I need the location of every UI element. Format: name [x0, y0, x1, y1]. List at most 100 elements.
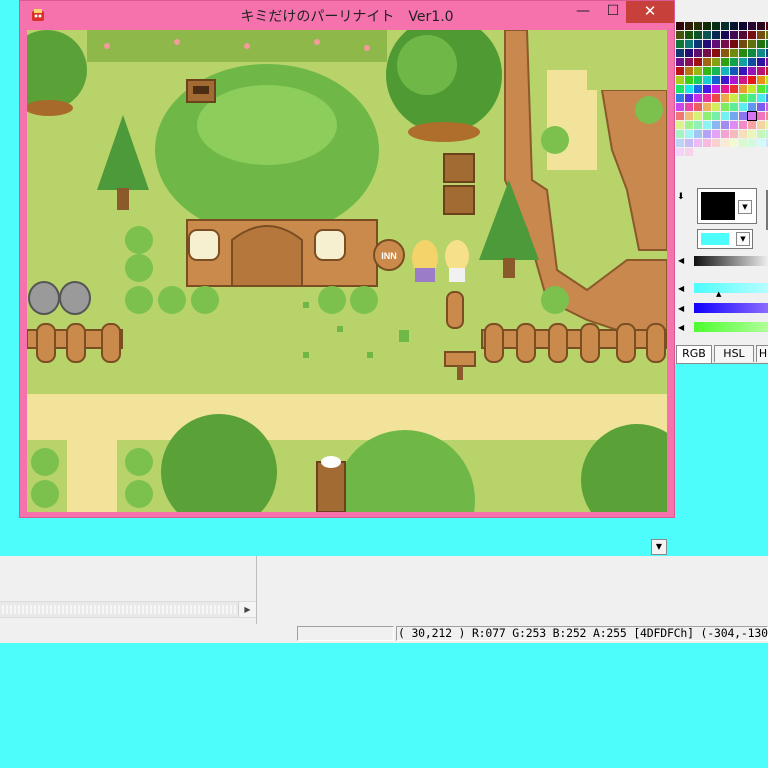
- minimize-button[interactable]: —: [568, 1, 598, 23]
- palette-swatch[interactable]: [739, 112, 747, 120]
- palette-swatch[interactable]: [685, 22, 693, 30]
- palette-swatch[interactable]: [730, 76, 738, 84]
- palette-swatch[interactable]: [748, 103, 756, 111]
- background-color-swatch[interactable]: [701, 233, 729, 245]
- palette-swatch[interactable]: [748, 130, 756, 138]
- game-viewport[interactable]: INN: [27, 30, 667, 512]
- palette-swatch[interactable]: [739, 76, 747, 84]
- window-titlebar[interactable]: キミだけのパーリナイト Ver1.0 — ☐ ✕: [20, 1, 674, 30]
- palette-swatch[interactable]: [757, 40, 765, 48]
- palette-swatch[interactable]: [676, 103, 684, 111]
- tab-rgb[interactable]: RGB: [676, 345, 712, 363]
- palette-swatch[interactable]: [739, 22, 747, 30]
- palette-swatch[interactable]: [685, 112, 693, 120]
- palette-swatch[interactable]: [676, 139, 684, 147]
- palette-swatch[interactable]: [694, 112, 702, 120]
- palette-swatch[interactable]: [712, 139, 720, 147]
- palette-swatch[interactable]: [694, 22, 702, 30]
- palette-swatch[interactable]: [757, 85, 765, 93]
- palette-swatch[interactable]: [748, 49, 756, 57]
- palette-swatch[interactable]: [676, 112, 684, 120]
- palette-swatch[interactable]: [676, 76, 684, 84]
- palette-swatch[interactable]: [721, 67, 729, 75]
- palette-swatch[interactable]: [703, 103, 711, 111]
- scroll-down-arrow-icon[interactable]: ▼: [651, 539, 667, 555]
- palette-swatch[interactable]: [676, 58, 684, 66]
- palette-swatch[interactable]: [748, 76, 756, 84]
- palette-swatch[interactable]: [676, 130, 684, 138]
- palette-swatch[interactable]: [685, 94, 693, 102]
- palette-swatch[interactable]: [730, 40, 738, 48]
- palette-swatch[interactable]: [712, 94, 720, 102]
- palette-swatch[interactable]: [730, 85, 738, 93]
- palette-swatch[interactable]: [757, 139, 765, 147]
- palette-swatch[interactable]: [703, 130, 711, 138]
- palette-swatch[interactable]: [676, 31, 684, 39]
- palette-swatch[interactable]: [748, 22, 756, 30]
- palette-swatch[interactable]: [730, 130, 738, 138]
- palette-swatch[interactable]: [685, 49, 693, 57]
- gray-gradient-bar[interactable]: [694, 256, 768, 266]
- palette-swatch[interactable]: [757, 31, 765, 39]
- palette-swatch[interactable]: [721, 58, 729, 66]
- palette-swatch[interactable]: [685, 139, 693, 147]
- foreground-dropdown-icon[interactable]: ▼: [738, 200, 752, 214]
- palette-swatch[interactable]: [712, 112, 720, 120]
- palette-swatch[interactable]: [676, 40, 684, 48]
- palette-swatch[interactable]: [703, 139, 711, 147]
- slider-arrow-icon[interactable]: ◀: [678, 323, 684, 332]
- palette-swatch[interactable]: [739, 103, 747, 111]
- green-slider[interactable]: ◀: [676, 302, 768, 316]
- palette-swatch[interactable]: [748, 94, 756, 102]
- palette-swatch[interactable]: [712, 31, 720, 39]
- slider-arrow-icon[interactable]: ◀: [678, 304, 684, 313]
- palette-swatch[interactable]: [694, 121, 702, 129]
- palette-swatch[interactable]: [694, 67, 702, 75]
- palette-swatch[interactable]: [721, 139, 729, 147]
- palette-swatch[interactable]: [721, 40, 729, 48]
- palette-swatch[interactable]: [712, 103, 720, 111]
- palette-swatch[interactable]: [685, 103, 693, 111]
- palette-swatch[interactable]: [685, 121, 693, 129]
- horizontal-scrollbar[interactable]: ▶: [0, 601, 256, 618]
- palette-swatch[interactable]: [730, 58, 738, 66]
- palette-swatch[interactable]: [730, 49, 738, 57]
- palette-swatch[interactable]: [748, 40, 756, 48]
- palette-swatch[interactable]: [712, 121, 720, 129]
- palette-swatch[interactable]: [694, 139, 702, 147]
- palette-swatch[interactable]: [739, 58, 747, 66]
- background-dropdown-icon[interactable]: ▼: [736, 232, 750, 246]
- palette-swatch[interactable]: [703, 22, 711, 30]
- red-slider-bar[interactable]: [694, 283, 768, 293]
- palette-swatch[interactable]: [703, 31, 711, 39]
- palette-swatch[interactable]: [739, 49, 747, 57]
- palette-swatch[interactable]: [703, 40, 711, 48]
- red-slider[interactable]: ◀ ▲: [676, 282, 768, 298]
- palette-swatch[interactable]: [712, 22, 720, 30]
- palette-swatch[interactable]: [730, 22, 738, 30]
- palette-swatch[interactable]: [739, 130, 747, 138]
- palette-swatch[interactable]: [712, 58, 720, 66]
- palette-swatch[interactable]: [712, 49, 720, 57]
- palette-swatch[interactable]: [757, 22, 765, 30]
- palette-swatch[interactable]: [721, 112, 729, 120]
- background-color-box[interactable]: ▼: [697, 229, 753, 249]
- green-slider-bar[interactable]: [694, 303, 768, 313]
- palette-swatch[interactable]: [721, 76, 729, 84]
- palette-swatch[interactable]: [730, 121, 738, 129]
- palette-swatch[interactable]: [721, 22, 729, 30]
- slider-arrow-icon[interactable]: ◀: [678, 284, 684, 293]
- palette-swatch[interactable]: [694, 94, 702, 102]
- palette-swatch[interactable]: [685, 148, 693, 156]
- palette-swatch[interactable]: [757, 103, 765, 111]
- palette-swatch[interactable]: [703, 94, 711, 102]
- palette-swatch[interactable]: [748, 67, 756, 75]
- palette-swatch[interactable]: [694, 31, 702, 39]
- color-palette[interactable]: [676, 22, 768, 182]
- palette-swatch[interactable]: [739, 31, 747, 39]
- palette-swatch[interactable]: [730, 139, 738, 147]
- palette-swatch[interactable]: [712, 130, 720, 138]
- palette-swatch[interactable]: [685, 85, 693, 93]
- palette-swatch[interactable]: [757, 112, 765, 120]
- palette-swatch[interactable]: [676, 49, 684, 57]
